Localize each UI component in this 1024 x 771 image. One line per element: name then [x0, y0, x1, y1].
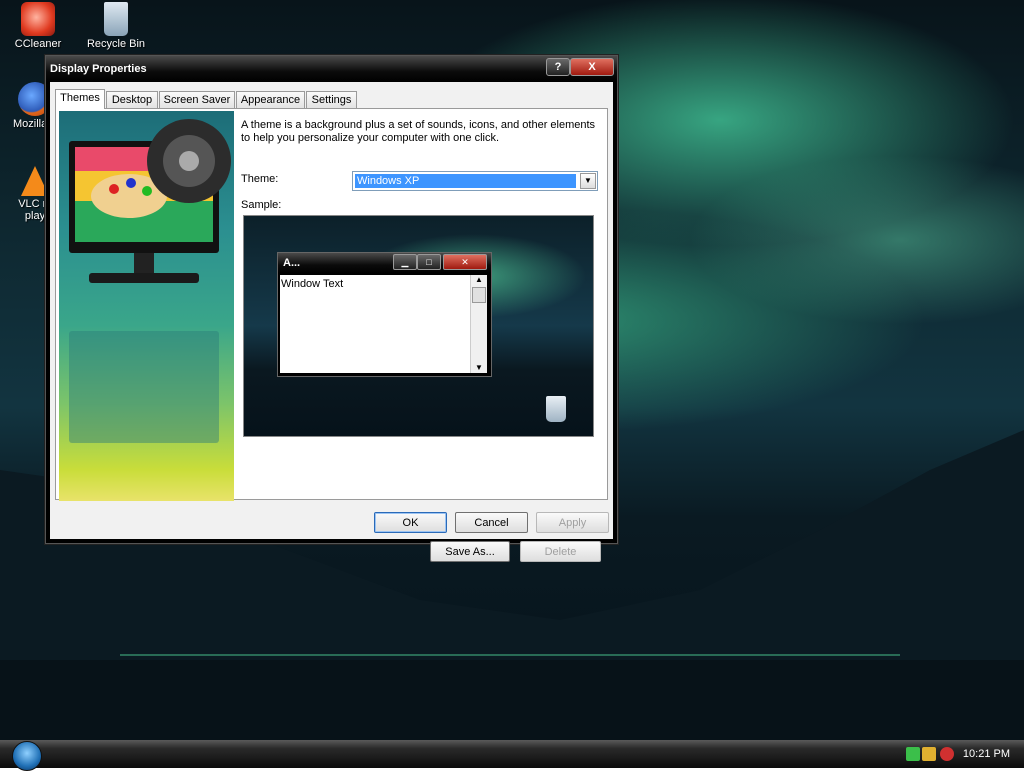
tab-appearance[interactable]: Appearance [236, 91, 305, 108]
start-button[interactable] [12, 741, 42, 771]
ccleaner-icon [21, 2, 55, 36]
themes-tab-panel: A theme is a background plus a set of so… [55, 108, 608, 562]
theme-dropdown[interactable]: Windows XP ▼ [352, 171, 598, 191]
minimize-icon: ▁ [393, 254, 417, 270]
clock[interactable]: 10:21 PM [963, 748, 1010, 760]
sample-window-title: A... [283, 257, 301, 269]
desktop-icon-label: CCleaner [14, 38, 62, 50]
sample-label: Sample: [241, 199, 282, 211]
desktop-icon-ccleaner[interactable]: CCleaner [3, 2, 73, 50]
close-icon: ✕ [443, 254, 487, 270]
recycle-bin-icon [104, 2, 128, 36]
ok-button[interactable]: OK [374, 512, 447, 533]
delete-button[interactable]: Delete [520, 541, 601, 562]
sample-window-title-bar: A... ▁ □ ✕ [278, 253, 491, 273]
help-button[interactable]: ? [546, 58, 570, 76]
themes-illustration [59, 111, 234, 501]
sample-scrollbar: ▲ ▼ [470, 275, 487, 373]
desktop-icon-label: Recycle Bin [86, 38, 146, 50]
dialog-client-area: Themes Desktop Screen Saver Appearance S… [50, 82, 613, 562]
tab-settings[interactable]: Settings [306, 91, 357, 108]
apply-button[interactable]: Apply [536, 512, 609, 533]
sample-window-body: Window Text ▲ ▼ [280, 275, 487, 373]
maximize-icon: □ [417, 254, 441, 270]
tab-desktop[interactable]: Desktop [106, 91, 158, 108]
sample-window: A... ▁ □ ✕ Window Text ▲ ▼ [277, 252, 492, 377]
cancel-button[interactable]: Cancel [455, 512, 528, 533]
theme-label: Theme: [241, 173, 279, 185]
theme-sample-preview: A... ▁ □ ✕ Window Text ▲ ▼ [243, 215, 594, 437]
sample-window-text: Window Text [281, 278, 344, 290]
close-button[interactable]: X [570, 58, 614, 76]
recycle-bin-icon [546, 396, 566, 422]
chevron-down-icon[interactable]: ▼ [580, 173, 596, 189]
theme-dropdown-value: Windows XP [355, 174, 576, 188]
wand-tray-icon[interactable] [922, 747, 936, 761]
taskbar: 10:21 PM [0, 740, 1024, 771]
desktop-icon-recycle-bin[interactable]: Recycle Bin [81, 2, 151, 50]
tab-screen-saver[interactable]: Screen Saver [159, 91, 235, 108]
dialog-title: Display Properties [50, 63, 147, 75]
security-tray-icon[interactable] [940, 747, 954, 761]
title-bar[interactable]: Display Properties ? X [46, 56, 617, 82]
tab-themes[interactable]: Themes [55, 89, 105, 109]
theme-description: A theme is a background plus a set of so… [241, 119, 596, 144]
save-as-button[interactable]: Save As... [430, 541, 510, 562]
display-properties-dialog: Display Properties ? X Themes Desktop Sc… [45, 55, 618, 562]
network-tray-icon[interactable] [906, 747, 920, 761]
